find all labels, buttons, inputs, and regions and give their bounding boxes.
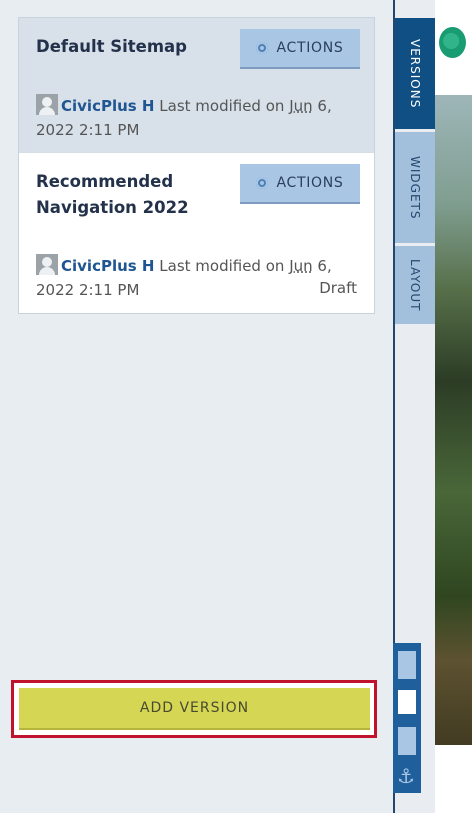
version-title: Recommended Navigation 2022 (36, 172, 189, 217)
gear-icon (256, 42, 269, 54)
modified-day: 6, (317, 97, 332, 115)
user-avatar-icon (36, 254, 58, 275)
layout-tool-icon[interactable] (398, 727, 416, 755)
tab-label-widgets: WIDGETS (408, 155, 422, 220)
layout-tool-icon[interactable] (398, 651, 416, 679)
actions-button[interactable]: ACTIONS (240, 164, 360, 204)
user-avatar-icon (36, 94, 58, 115)
site-logo-icon (439, 27, 466, 58)
modified-prefix: Last modified on (159, 97, 285, 115)
versions-panel: Default Sitemap ACTIONS CivicPlus H Last… (0, 0, 393, 813)
tab-label-versions: VERSIONS (408, 38, 422, 109)
version-user-link[interactable]: CivicPlus H (61, 97, 154, 115)
tab-versions[interactable]: VERSIONS (395, 18, 435, 129)
modified-month: Jun (289, 257, 313, 275)
layout-tool-strip: ⚓ (393, 643, 421, 793)
actions-button[interactable]: ACTIONS (240, 29, 360, 69)
anchor-icon[interactable]: ⚓ (397, 766, 417, 786)
actions-label: ACTIONS (276, 175, 344, 191)
version-list: Default Sitemap ACTIONS CivicPlus H Last… (18, 17, 375, 314)
modified-prefix: Last modified on (159, 257, 285, 275)
layout-tool-icon[interactable] (398, 690, 416, 714)
modified-day: 6, (317, 257, 332, 275)
tab-widgets[interactable]: WIDGETS (395, 132, 435, 243)
version-meta: CivicPlus H Last modified on Jun 6, 2022… (36, 94, 346, 142)
preview-photo (435, 95, 472, 745)
site-preview (435, 0, 472, 813)
version-title: Default Sitemap (36, 37, 187, 56)
modified-time: 2022 2:11 PM (36, 121, 140, 139)
side-tab-bar: VERSIONS WIDGETS LAYOUT (395, 18, 435, 324)
version-user-link[interactable]: CivicPlus H (61, 257, 154, 275)
version-card-recommended-navigation[interactable]: Recommended Navigation 2022 ACTIONS Civi… (19, 153, 374, 313)
gear-icon (256, 177, 269, 189)
draft-status: Draft (319, 279, 357, 297)
version-card-default-sitemap[interactable]: Default Sitemap ACTIONS CivicPlus H Last… (19, 18, 374, 153)
tab-label-layout: LAYOUT (408, 258, 422, 312)
add-version-button[interactable]: ADD VERSION (19, 688, 370, 730)
add-version-highlight: ADD VERSION (11, 680, 377, 738)
modified-time: 2022 2:11 PM (36, 281, 140, 299)
tab-layout[interactable]: LAYOUT (395, 246, 435, 324)
version-meta: CivicPlus H Last modified on Jun 6, 2022… (36, 254, 346, 302)
modified-month: Jun (289, 97, 313, 115)
actions-label: ACTIONS (276, 40, 344, 56)
